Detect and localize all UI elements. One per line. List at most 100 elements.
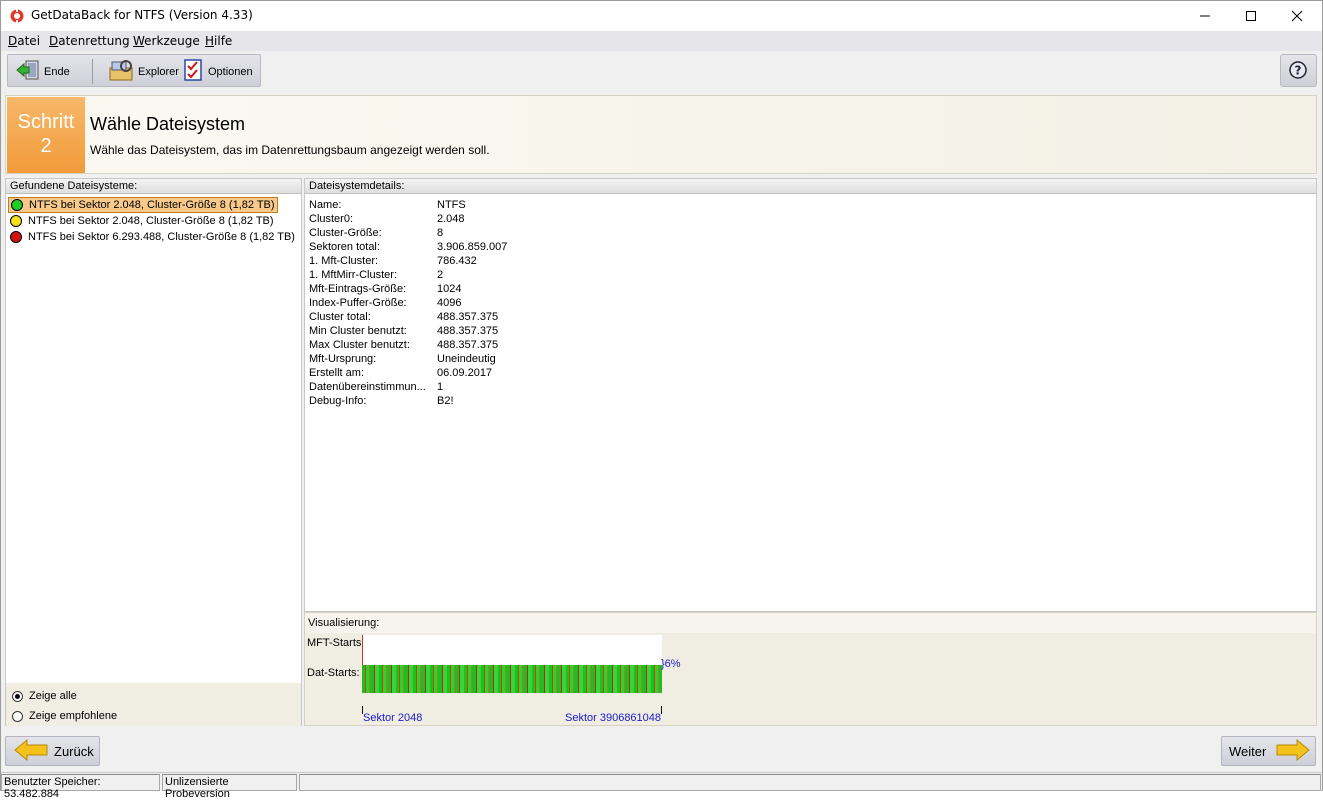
ende-label: Ende [44, 65, 70, 78]
menu-datei[interactable]: Datei [8, 34, 40, 48]
minimize-icon [1200, 15, 1210, 17]
filesystems-header: Gefundene Dateisysteme: [6, 179, 301, 194]
ende-button[interactable]: Ende [16, 59, 70, 84]
detail-value: 786.432 [437, 255, 477, 267]
dat-starts-bar [362, 665, 662, 693]
detail-key: 1. MftMirr-Cluster: [309, 269, 397, 281]
detail-key: Erstellt am: [309, 367, 365, 379]
filesystem-item-3[interactable]: NTFS bei Sektor 6.293.488, Cluster-Größe… [8, 229, 297, 245]
filesystem-label: NTFS bei Sektor 2.048, Cluster-Größe 8 (… [28, 215, 274, 227]
detail-key: Index-Puffer-Größe: [309, 297, 407, 309]
dat-starts-label: Dat-Starts: [307, 667, 360, 679]
maximize-icon [1246, 11, 1256, 21]
visualization-percent: }6% [661, 658, 681, 670]
detail-key: Debug-Info: [309, 395, 367, 407]
step-header: Schritt 2 Wähle Dateisystem Wähle das Da… [5, 95, 1317, 174]
status-empty [299, 774, 1321, 791]
back-label: Zurück [54, 743, 94, 759]
filesystem-label: NTFS bei Sektor 2.048, Cluster-Größe 8 (… [29, 199, 275, 211]
detail-key: Min Cluster benutzt: [309, 325, 407, 337]
optionen-label: Optionen [208, 65, 253, 78]
details-header: Dateisystemdetails: [305, 179, 1316, 194]
show-all-label: Zeige alle [29, 690, 77, 702]
mft-start-marker [362, 635, 363, 665]
detail-key: Max Cluster benutzt: [309, 339, 410, 351]
toolbar: Ende Explorer Optionen [1, 51, 1322, 89]
step-badge-number: 2 [40, 135, 52, 157]
filesystem-item-2[interactable]: NTFS bei Sektor 2.048, Cluster-Größe 8 (… [8, 213, 276, 229]
filesystems-panel: Gefundene Dateisysteme: NTFS bei Sektor … [5, 178, 302, 726]
status-memory: Benutzter Speicher: 53.482.884 [1, 774, 160, 800]
menu-bar: Datei Datenrettung Werkzeuge Hilfe [1, 31, 1322, 51]
menu-werkzeuge[interactable]: Werkzeuge [133, 34, 200, 48]
close-icon [1291, 10, 1303, 22]
detail-key: Cluster-Größe: [309, 227, 382, 239]
next-label: Weiter [1229, 743, 1267, 759]
status-yellow-icon [10, 215, 22, 227]
detail-key: Cluster0: [309, 213, 354, 225]
status-bar: Benutzter Speicher: 53.482.884 Unlizensi… [1, 772, 1322, 800]
detail-key: Cluster total: [309, 311, 371, 323]
detail-value: 2 [437, 269, 444, 281]
radio-selected-icon[interactable] [12, 690, 23, 702]
maximize-button[interactable] [1228, 1, 1274, 31]
sector-end-label: Sektor 3906861048 [565, 712, 662, 724]
detail-value: 8 [437, 227, 444, 239]
window-title: GetDataBack for NTFS (Version 4.33) [31, 8, 253, 22]
status-red-icon [10, 231, 22, 243]
toolbar-separator [92, 59, 93, 84]
detail-value: 488.357.375 [437, 325, 499, 337]
status-green-icon [11, 199, 23, 211]
step-subtitle: Wähle das Dateisystem, das im Datenrettu… [90, 143, 490, 157]
menu-hilfe[interactable]: Hilfe [205, 34, 232, 48]
detail-key: Mft-Ursprung: [309, 353, 377, 365]
visualization-header: Visualisierung: [305, 613, 1316, 633]
toolbar-group: Ende Explorer Optionen [7, 54, 261, 87]
step-badge: Schritt 2 [7, 97, 85, 173]
radio-unselected-icon[interactable] [12, 710, 23, 722]
detail-key: Sektoren total: [309, 241, 380, 253]
step-title: Wähle Dateisystem [90, 114, 246, 134]
show-recommended-label: Zeige empfohlene [29, 710, 118, 722]
app-logo-icon [9, 8, 25, 24]
help-icon: ? [1289, 61, 1307, 79]
detail-value: 488.357.375 [437, 339, 499, 351]
detail-value: 4096 [437, 297, 462, 309]
close-button[interactable] [1274, 1, 1320, 31]
back-button[interactable]: Zurück [5, 736, 100, 766]
mft-starts-bar [362, 635, 662, 665]
detail-key: Mft-Eintrags-Größe: [309, 283, 407, 295]
arrow-right-icon [1276, 738, 1311, 764]
explorer-button[interactable]: Explorer [108, 59, 179, 84]
detail-value: Uneindeutig [437, 353, 496, 365]
detail-value: 3.906.859.007 [437, 241, 508, 253]
help-button[interactable]: ? [1280, 54, 1317, 87]
detail-value: NTFS [437, 199, 466, 211]
checklist-icon [184, 58, 202, 85]
detail-key: 1. Mft-Cluster: [309, 255, 379, 267]
svg-text:?: ? [1295, 64, 1302, 78]
detail-value: 488.357.375 [437, 311, 499, 323]
detail-value: 1 [437, 381, 444, 393]
detail-value: 1024 [437, 283, 462, 295]
detail-value: 06.09.2017 [437, 367, 493, 379]
menu-datenrettung[interactable]: Datenrettung [49, 34, 130, 48]
show-recommended-option[interactable]: Zeige empfohlene [12, 710, 117, 722]
filter-options: Zeige alle Zeige empfohlene [6, 683, 301, 726]
detail-key: Name: [309, 199, 342, 211]
detail-value: 2.048 [437, 213, 465, 225]
show-all-option[interactable]: Zeige alle [12, 690, 77, 702]
explorer-label: Explorer [138, 65, 179, 78]
exit-icon [16, 59, 40, 84]
title-bar: GetDataBack for NTFS (Version 4.33) [1, 1, 1322, 31]
filesystem-item-1[interactable]: NTFS bei Sektor 2.048, Cluster-Größe 8 (… [8, 197, 278, 213]
sector-end-tick [661, 706, 662, 714]
sector-start-label: Sektor 2048 [363, 712, 423, 724]
status-license: Unlizensierte Probeversion [162, 774, 297, 800]
optionen-button[interactable]: Optionen [184, 59, 253, 84]
app-window: GetDataBack for NTFS (Version 4.33) Date… [0, 0, 1323, 800]
step-badge-word: Schritt [17, 111, 75, 133]
minimize-button[interactable] [1182, 1, 1228, 31]
filesystem-label: NTFS bei Sektor 6.293.488, Cluster-Größe… [28, 231, 295, 243]
next-button[interactable]: Weiter [1221, 736, 1316, 766]
